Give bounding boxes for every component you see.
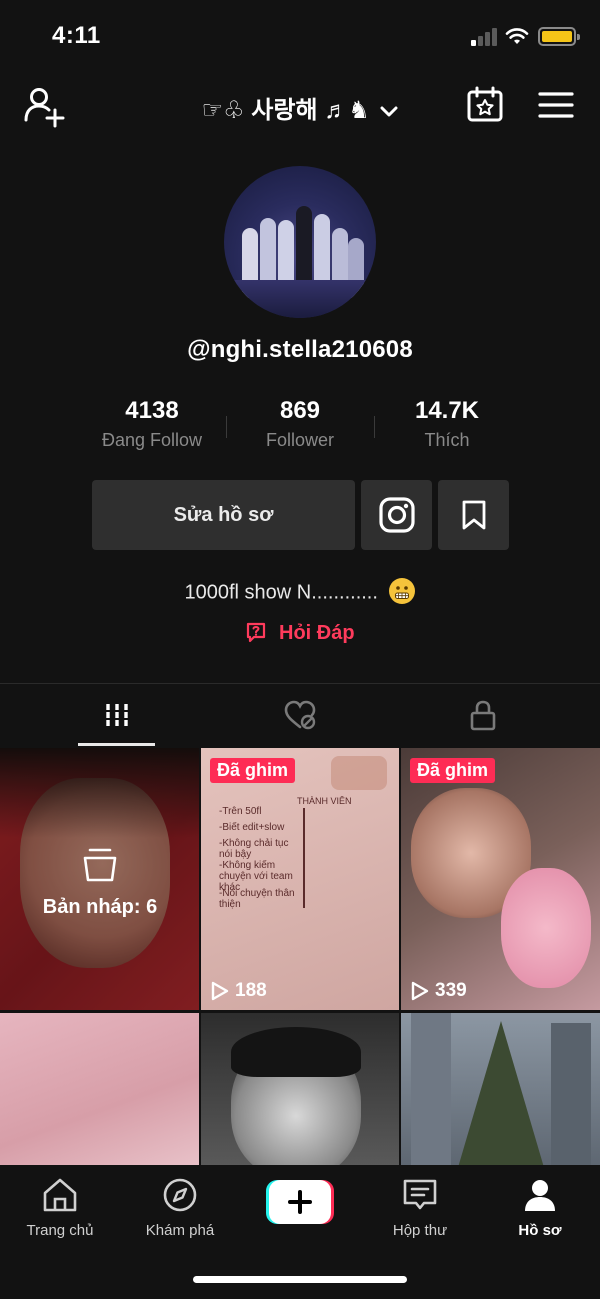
bookmark-icon bbox=[462, 500, 485, 530]
qa-label: Hỏi Đáp bbox=[279, 622, 355, 644]
view-count: 188 bbox=[211, 980, 267, 1002]
favorites-button[interactable] bbox=[438, 480, 509, 550]
qa-icon bbox=[247, 622, 266, 642]
stat-following[interactable]: 4138 Đang Follow bbox=[77, 396, 227, 452]
drafts-icon bbox=[83, 848, 117, 882]
view-count: 339 bbox=[411, 980, 467, 1002]
nav-home[interactable]: Trang chủ bbox=[0, 1177, 120, 1239]
nav-label: Trang chủ bbox=[26, 1222, 94, 1239]
bio-text: 1000fl show N............ bbox=[184, 581, 378, 604]
note-line: -Trên 50fl bbox=[219, 806, 262, 817]
profile-header: ☞♧ 사랑해 ♬♞ bbox=[0, 72, 600, 142]
signal-icon bbox=[471, 28, 497, 46]
stat-value: 869 bbox=[279, 397, 321, 424]
account-switcher[interactable]: ☞♧ 사랑해 ♬♞ bbox=[0, 90, 600, 125]
instagram-icon bbox=[378, 497, 415, 533]
lock-icon bbox=[470, 700, 496, 731]
stat-label: Đang Follow bbox=[101, 430, 203, 450]
home-indicator bbox=[193, 1276, 407, 1283]
profile-icon bbox=[525, 1180, 555, 1211]
wifi-icon bbox=[505, 28, 529, 44]
liked-heart-icon bbox=[284, 700, 316, 730]
home-icon bbox=[43, 1178, 77, 1212]
note-line: -Biết edit+slow bbox=[219, 822, 285, 833]
stat-followers[interactable]: 869 Follower bbox=[225, 396, 375, 452]
note-line: -Không chải tục nói bậy bbox=[219, 838, 289, 860]
grid-icon bbox=[104, 704, 130, 726]
stat-value: 14.7K bbox=[414, 397, 480, 424]
grimace-emoji-icon bbox=[389, 578, 416, 604]
active-tab-indicator bbox=[78, 743, 155, 746]
status-bar: 4:11 bbox=[0, 0, 600, 72]
nav-discover[interactable]: Khám phá bbox=[120, 1177, 240, 1239]
stat-likes[interactable]: 14.7K Thích bbox=[372, 396, 522, 452]
create-button[interactable] bbox=[266, 1180, 334, 1224]
view-count-value: 339 bbox=[435, 980, 467, 1001]
hamburger-menu-icon[interactable] bbox=[538, 90, 574, 120]
stat-label: Thích bbox=[424, 430, 470, 450]
username: @nghi.stella210608 bbox=[187, 336, 413, 363]
chevron-down-icon bbox=[380, 106, 398, 117]
play-icon bbox=[211, 981, 229, 1001]
tab-videos[interactable] bbox=[17, 684, 217, 746]
battery-icon bbox=[538, 27, 580, 46]
stat-value: 4138 bbox=[125, 397, 179, 424]
stat-label: Follower bbox=[265, 430, 335, 450]
video-tile[interactable]: THÀNH VIÊN -Trên 50fl -Biết edit+slow -K… bbox=[201, 748, 399, 1010]
inbox-icon bbox=[403, 1179, 437, 1210]
instagram-button[interactable] bbox=[361, 480, 432, 550]
qa-link[interactable]: Hỏi Đáp bbox=[0, 622, 600, 645]
video-tile[interactable] bbox=[0, 1013, 199, 1165]
nav-inbox[interactable]: Hộp thư bbox=[360, 1177, 480, 1239]
drafts-tile[interactable]: Bản nháp: 6 bbox=[0, 748, 199, 1010]
nav-label: Hồ sơ bbox=[518, 1222, 562, 1239]
status-time: 4:11 bbox=[52, 22, 101, 49]
pinned-badge: Đã ghim bbox=[410, 758, 496, 783]
account-title: ☞♧ 사랑해 ♬♞ bbox=[201, 97, 370, 124]
nav-label: Hộp thư bbox=[392, 1222, 448, 1239]
calendar-star-icon[interactable] bbox=[466, 86, 504, 124]
video-tile[interactable] bbox=[201, 1013, 399, 1165]
avatar[interactable] bbox=[224, 166, 376, 318]
video-tile[interactable]: Đã ghim 339 bbox=[401, 748, 600, 1010]
tab-private[interactable] bbox=[383, 684, 583, 746]
drafts-label: Bản nháp: 6 bbox=[42, 896, 158, 918]
nav-label: Khám phá bbox=[145, 1222, 215, 1239]
note-header: THÀNH VIÊN bbox=[297, 796, 352, 806]
bio: 1000fl show N............ bbox=[0, 578, 600, 606]
compass-icon bbox=[163, 1178, 197, 1212]
view-count-value: 188 bbox=[235, 980, 267, 1001]
pinned-badge: Đã ghim bbox=[210, 758, 296, 783]
tab-liked[interactable] bbox=[200, 684, 400, 746]
edit-profile-button[interactable]: Sửa hồ sơ bbox=[92, 480, 355, 550]
note-line: -Nói chuyện thân thiện bbox=[219, 888, 295, 910]
play-icon bbox=[411, 981, 429, 1001]
video-tile[interactable] bbox=[401, 1013, 600, 1165]
nav-profile[interactable]: Hồ sơ bbox=[480, 1177, 600, 1239]
